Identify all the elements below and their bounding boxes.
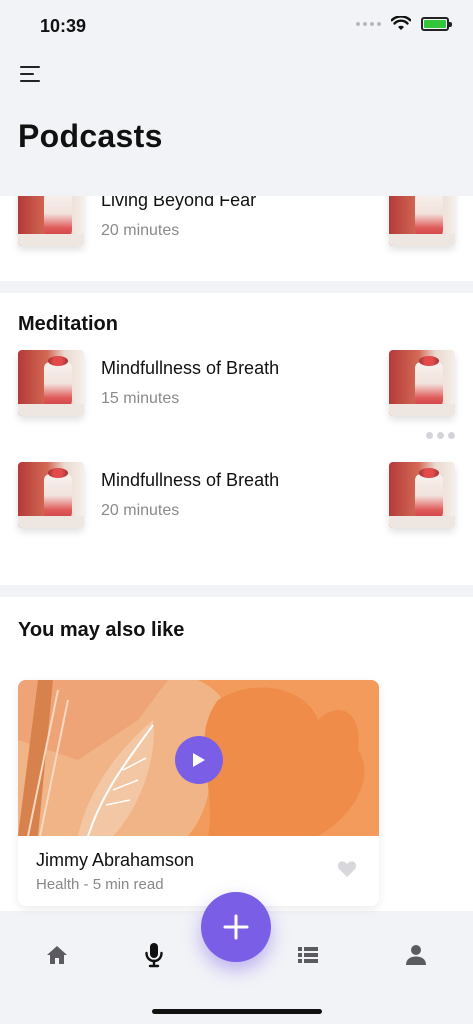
section-meditation: Meditation Mindfullness of Breath 15 min… <box>0 293 473 585</box>
recommendation-card[interactable]: Jimmy Abrahamson Health - 5 min read <box>18 680 379 906</box>
play-button[interactable] <box>175 736 223 784</box>
card-artwork <box>18 680 379 836</box>
heart-icon[interactable] <box>337 860 357 878</box>
home-icon <box>47 946 67 964</box>
menu-icon[interactable] <box>20 64 44 84</box>
cellular-signal-icon <box>356 21 381 26</box>
status-icons <box>356 16 452 31</box>
section-title: Meditation <box>18 313 118 335</box>
wifi-icon <box>391 16 411 30</box>
user-icon <box>406 945 426 965</box>
battery-icon <box>421 16 452 31</box>
add-button[interactable] <box>201 892 271 962</box>
card-author: Jimmy Abrahamson <box>36 850 195 870</box>
podcast-duration: 15 minutes <box>101 390 180 407</box>
podcast-duration: 20 minutes <box>101 222 180 239</box>
more-options-icon[interactable] <box>426 432 455 439</box>
list-item[interactable]: Mindfullness of Breath 20 minutes <box>0 462 473 574</box>
podcast-thumbnail-next <box>389 462 455 528</box>
home-indicator <box>152 1009 322 1014</box>
card-meta: Health - 5 min read <box>36 876 164 893</box>
section-title: You may also like <box>18 619 185 641</box>
plus-icon <box>223 914 249 940</box>
podcast-thumbnail-next <box>389 350 455 416</box>
podcast-thumbnail <box>18 350 84 416</box>
page-title: Podcasts <box>18 118 163 154</box>
list-icon <box>298 947 318 963</box>
podcast-thumbnail <box>18 462 84 528</box>
podcast-duration: 20 minutes <box>101 502 180 519</box>
list-item[interactable]: Mindfullness of Breath 15 minutes <box>0 350 473 462</box>
status-time: 10:39 <box>40 16 87 36</box>
podcast-title: Mindfullness of Breath <box>101 470 280 490</box>
nav-home[interactable] <box>43 941 71 969</box>
play-icon <box>193 753 205 767</box>
podcast-title: Mindfullness of Breath <box>101 358 280 378</box>
microphone-icon <box>145 943 163 968</box>
app-header: 10:39 Podcasts <box>0 0 473 196</box>
nav-podcasts[interactable] <box>140 941 168 969</box>
section-partial: Living Beyond Fear 20 minutes <box>0 180 473 281</box>
nav-list[interactable] <box>294 941 322 969</box>
list-item[interactable]: Living Beyond Fear 20 minutes <box>0 180 473 281</box>
nav-profile[interactable] <box>402 941 430 969</box>
